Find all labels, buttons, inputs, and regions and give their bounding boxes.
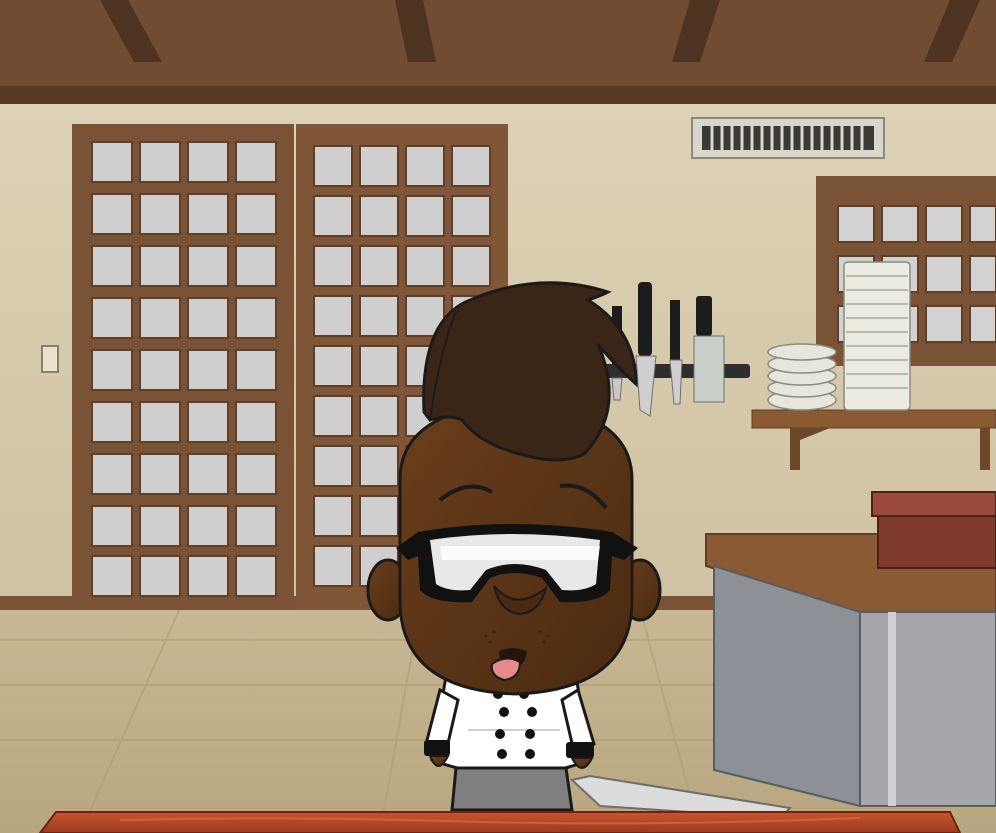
kitchen-scene	[0, 0, 996, 833]
prep-counter[interactable]	[705, 533, 996, 808]
air-vent	[691, 117, 885, 159]
light-switch[interactable]	[41, 345, 59, 373]
scene-canvas	[0, 0, 996, 833]
ingredient-box[interactable]	[871, 491, 996, 569]
cutting-board[interactable]	[38, 811, 962, 833]
